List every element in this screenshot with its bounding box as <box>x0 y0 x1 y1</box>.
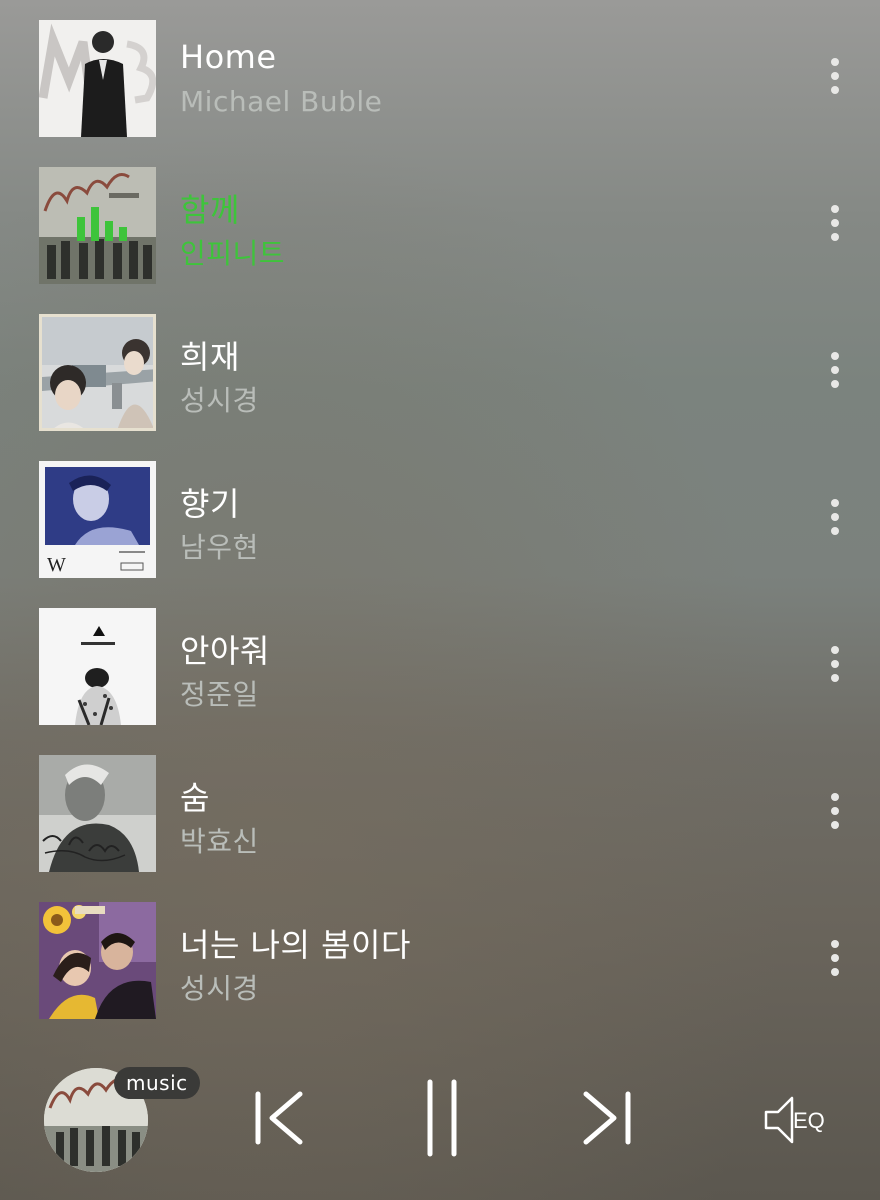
track-title: 숨 <box>180 779 210 817</box>
pause-button[interactable] <box>420 1078 464 1158</box>
skip-next-icon <box>583 1091 631 1145</box>
track-title: 향기 <box>180 485 240 523</box>
track-title: Home <box>180 38 277 76</box>
album-cover <box>39 755 156 872</box>
album-cover-i-am-a-dreamer-icon <box>39 755 156 872</box>
track-title: 안아줘 <box>180 632 270 670</box>
track-item-playing[interactable]: 함께 인피니트 <box>0 147 880 293</box>
track-artist: 성시경 <box>180 384 259 417</box>
previous-track-button[interactable] <box>252 1090 306 1146</box>
track-item[interactable]: W 향기 남우현 <box>0 441 880 587</box>
album-cover-namwoohyun-w-icon: W <box>39 461 156 578</box>
album-cover-infinite-grow-icon <box>39 167 156 284</box>
more-options-button[interactable] <box>818 640 852 688</box>
album-cover <box>39 167 156 284</box>
album-cover-lovers-icon <box>39 608 156 725</box>
svg-text:W: W <box>47 554 66 576</box>
track-artist: 성시경 <box>180 972 259 1005</box>
mini-player-bar: music EQ <box>0 1040 880 1200</box>
track-item[interactable]: 희재 성시경 <box>0 294 880 440</box>
album-cover-heejae-icon <box>42 317 153 428</box>
album-cover <box>39 20 156 137</box>
album-cover <box>39 902 156 1019</box>
next-track-button[interactable] <box>580 1090 634 1146</box>
music-badge: music <box>114 1067 200 1099</box>
more-vertical-icon <box>831 352 839 360</box>
track-item[interactable]: Home Michael Buble <box>0 0 880 146</box>
more-options-button[interactable] <box>818 346 852 394</box>
track-artist: 인피니트 <box>180 237 286 270</box>
pause-icon <box>427 1079 457 1157</box>
more-vertical-icon <box>831 646 839 654</box>
album-cover-spring-icon <box>39 902 156 1019</box>
more-options-button[interactable] <box>818 52 852 100</box>
album-cover-michael-buble-icon <box>39 20 156 137</box>
equalizer-button[interactable]: EQ <box>762 1094 836 1146</box>
track-title: 함께 <box>180 191 240 229</box>
more-vertical-icon <box>831 793 839 801</box>
more-vertical-icon <box>831 58 839 66</box>
eq-label: EQ <box>793 1108 825 1133</box>
track-item[interactable]: 안아줘 정준일 <box>0 588 880 734</box>
more-options-button[interactable] <box>818 493 852 541</box>
more-options-button[interactable] <box>818 934 852 982</box>
track-artist: 남우현 <box>180 531 259 564</box>
track-item[interactable]: 너는 나의 봄이다 성시경 <box>0 882 880 1028</box>
more-options-button[interactable] <box>818 787 852 835</box>
more-vertical-icon <box>831 205 839 213</box>
more-vertical-icon <box>831 499 839 507</box>
speaker-eq-icon: EQ <box>764 1096 825 1144</box>
track-title: 너는 나의 봄이다 <box>180 926 411 964</box>
track-title: 희재 <box>180 338 240 376</box>
track-item[interactable]: 숨 박효신 <box>0 735 880 881</box>
album-cover <box>39 314 156 431</box>
more-options-button[interactable] <box>818 199 852 247</box>
track-artist: Michael Buble <box>180 85 383 118</box>
track-artist: 박효신 <box>180 825 259 858</box>
track-artist: 정준일 <box>180 678 259 711</box>
track-list: Home Michael Buble 함께 인피니트 희재 성시경 W 향기 남… <box>0 0 880 1040</box>
more-vertical-icon <box>831 940 839 948</box>
album-cover: W <box>39 461 156 578</box>
album-cover <box>39 608 156 725</box>
skip-previous-icon <box>255 1091 303 1145</box>
